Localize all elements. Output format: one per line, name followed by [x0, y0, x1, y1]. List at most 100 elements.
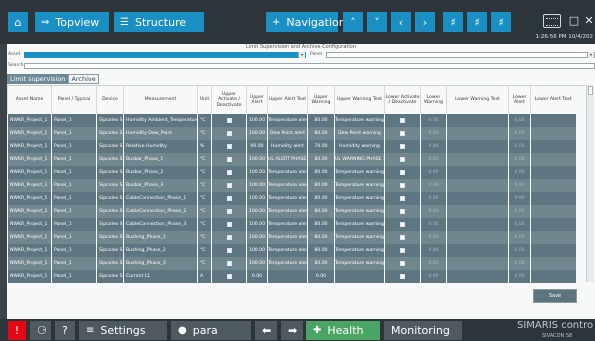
- header-lower-warning[interactable]: Lower Warning: [420, 86, 447, 114]
- upper-activate-checkbox[interactable]: [211, 166, 247, 179]
- cell-lower-warning-text[interactable]: [446, 179, 509, 192]
- checkbox[interactable]: [226, 260, 232, 266]
- cell-lower-warning-text[interactable]: [446, 153, 509, 166]
- checkbox[interactable]: [226, 273, 232, 279]
- header-unit[interactable]: Unit: [197, 86, 212, 114]
- chevron-right-button[interactable]: ›: [415, 12, 435, 32]
- checkbox[interactable]: [226, 182, 232, 188]
- cell-lower-alert-text[interactable]: [530, 166, 576, 179]
- checkbox[interactable]: [400, 208, 405, 214]
- cell-lower-warning-text[interactable]: [446, 114, 509, 127]
- tab-archive[interactable]: Archive: [68, 74, 99, 84]
- checkbox[interactable]: [400, 247, 405, 253]
- cell-lower-alert-text[interactable]: [530, 257, 576, 270]
- checkbox[interactable]: [400, 156, 405, 162]
- cell-lower-warning-text[interactable]: [446, 140, 509, 153]
- header-asset-name[interactable]: Asset Name: [7, 86, 52, 114]
- back-button[interactable]: ⬅: [255, 321, 277, 340]
- lower-activate-checkbox[interactable]: [384, 127, 421, 140]
- cell-lower-alert-text[interactable]: [530, 153, 576, 166]
- header-upper-activate[interactable]: Upper Activate / Deactivate: [211, 86, 247, 114]
- checkbox[interactable]: [226, 234, 232, 240]
- lower-activate-checkbox[interactable]: [384, 205, 421, 218]
- cell-lower-alert-text[interactable]: [530, 192, 576, 205]
- upper-activate-checkbox[interactable]: [211, 218, 247, 231]
- table-row[interactable]: NWKR_Project_1 Panel_1 Sipcolex S Bushing_P…: [7, 244, 576, 257]
- upper-activate-checkbox[interactable]: [211, 192, 247, 205]
- cell-lower-alert-text[interactable]: [530, 127, 576, 140]
- checkbox[interactable]: [400, 195, 405, 201]
- chevron-up-button[interactable]: ˄: [343, 12, 363, 32]
- lower-activate-checkbox[interactable]: [384, 140, 421, 153]
- upper-activate-checkbox[interactable]: [211, 179, 247, 192]
- lower-activate-checkbox[interactable]: [384, 192, 421, 205]
- upper-activate-checkbox[interactable]: [211, 244, 247, 257]
- checkbox[interactable]: [226, 247, 232, 253]
- table-row[interactable]: NWKR_Project_1 Panel_1 Sipcolex S Bushing_P…: [7, 257, 576, 270]
- cell-lower-alert-text[interactable]: [530, 179, 576, 192]
- lower-activate-checkbox[interactable]: [384, 114, 421, 127]
- info-button[interactable]: ⚆: [30, 321, 51, 340]
- cell-lower-alert-text[interactable]: [530, 140, 576, 153]
- table-row[interactable]: NWKR_Project_1 Panel_1 Sipcolex S CableConn…: [7, 218, 576, 231]
- navigation-button[interactable]: + Navigation: [266, 12, 346, 32]
- monitoring-button[interactable]: Monitoring: [384, 321, 462, 340]
- lower-activate-checkbox[interactable]: [384, 179, 421, 192]
- table-row[interactable]: NWKR_Project_1 Panel_1 Sipcolex S Humidity …: [7, 114, 576, 127]
- cell-lower-alert-text[interactable]: [530, 270, 576, 283]
- scrollbar-thumb[interactable]: [588, 86, 593, 95]
- upper-activate-checkbox[interactable]: [211, 127, 247, 140]
- checkbox[interactable]: [226, 117, 232, 123]
- tree-home-button[interactable]: ♯: [467, 12, 487, 32]
- header-device[interactable]: Device: [96, 86, 124, 114]
- panel-select[interactable]: ▾: [326, 52, 595, 58]
- header-lower-activate[interactable]: Lower Activate / Deactivate: [384, 86, 421, 114]
- tab-limit-supervision[interactable]: Limit supervision: [7, 74, 69, 84]
- topview-button[interactable]: ⇒ Topview: [35, 12, 109, 32]
- cell-lower-warning-text[interactable]: [446, 231, 509, 244]
- cell-lower-warning-text[interactable]: [446, 244, 509, 257]
- tree-down-button[interactable]: ♯: [491, 12, 511, 32]
- chevron-left-button[interactable]: ‹: [391, 12, 411, 32]
- checkbox[interactable]: [226, 130, 232, 136]
- lower-activate-checkbox[interactable]: [384, 218, 421, 231]
- header-panel-typical[interactable]: Panel / Typical: [51, 86, 97, 114]
- checkbox[interactable]: [400, 143, 405, 149]
- asset-select[interactable]: ▾: [24, 52, 306, 58]
- table-row[interactable]: NWKR_Project_1 Panel_1 Sipcolex S Busbar_Ph…: [7, 166, 576, 179]
- checkbox[interactable]: [226, 156, 232, 162]
- checkbox[interactable]: [226, 169, 232, 175]
- cell-lower-warning-text[interactable]: [446, 192, 509, 205]
- keyboard-icon[interactable]: [543, 14, 561, 28]
- checkbox[interactable]: [400, 117, 405, 123]
- search-input[interactable]: [24, 63, 595, 69]
- upper-activate-checkbox[interactable]: [211, 231, 247, 244]
- checkbox[interactable]: [400, 273, 405, 279]
- cell-lower-warning-text[interactable]: [446, 257, 509, 270]
- header-lower-alert-text[interactable]: Lower Alert Text: [530, 86, 576, 114]
- header-lower-warning-text[interactable]: Lower Warning Text: [446, 86, 509, 114]
- upper-activate-checkbox[interactable]: [211, 270, 247, 283]
- header-measurement[interactable]: Measurement: [123, 86, 198, 114]
- lower-activate-checkbox[interactable]: [384, 231, 421, 244]
- header-upper-alert[interactable]: Upper Alert: [246, 86, 268, 114]
- home-button[interactable]: ⌂: [8, 12, 28, 32]
- health-button[interactable]: ✚ Health: [306, 321, 380, 340]
- checkbox[interactable]: [400, 182, 405, 188]
- structure-button[interactable]: ☰ Structure: [114, 12, 204, 32]
- checkbox[interactable]: [400, 169, 405, 175]
- maximize-icon[interactable]: □: [567, 14, 581, 28]
- lower-activate-checkbox[interactable]: [384, 244, 421, 257]
- upper-activate-checkbox[interactable]: [211, 114, 247, 127]
- cell-lower-warning-text[interactable]: [446, 166, 509, 179]
- cell-lower-warning-text[interactable]: [446, 270, 509, 283]
- upper-activate-checkbox[interactable]: [211, 140, 247, 153]
- upper-activate-checkbox[interactable]: [211, 153, 247, 166]
- checkbox[interactable]: [400, 221, 405, 227]
- upper-activate-checkbox[interactable]: [211, 257, 247, 270]
- user-button[interactable]: ● para: [171, 321, 251, 340]
- cell-lower-alert-text[interactable]: [530, 114, 576, 127]
- checkbox[interactable]: [226, 143, 232, 149]
- help-button[interactable]: ?: [55, 321, 75, 340]
- close-icon[interactable]: ✕: [582, 14, 595, 28]
